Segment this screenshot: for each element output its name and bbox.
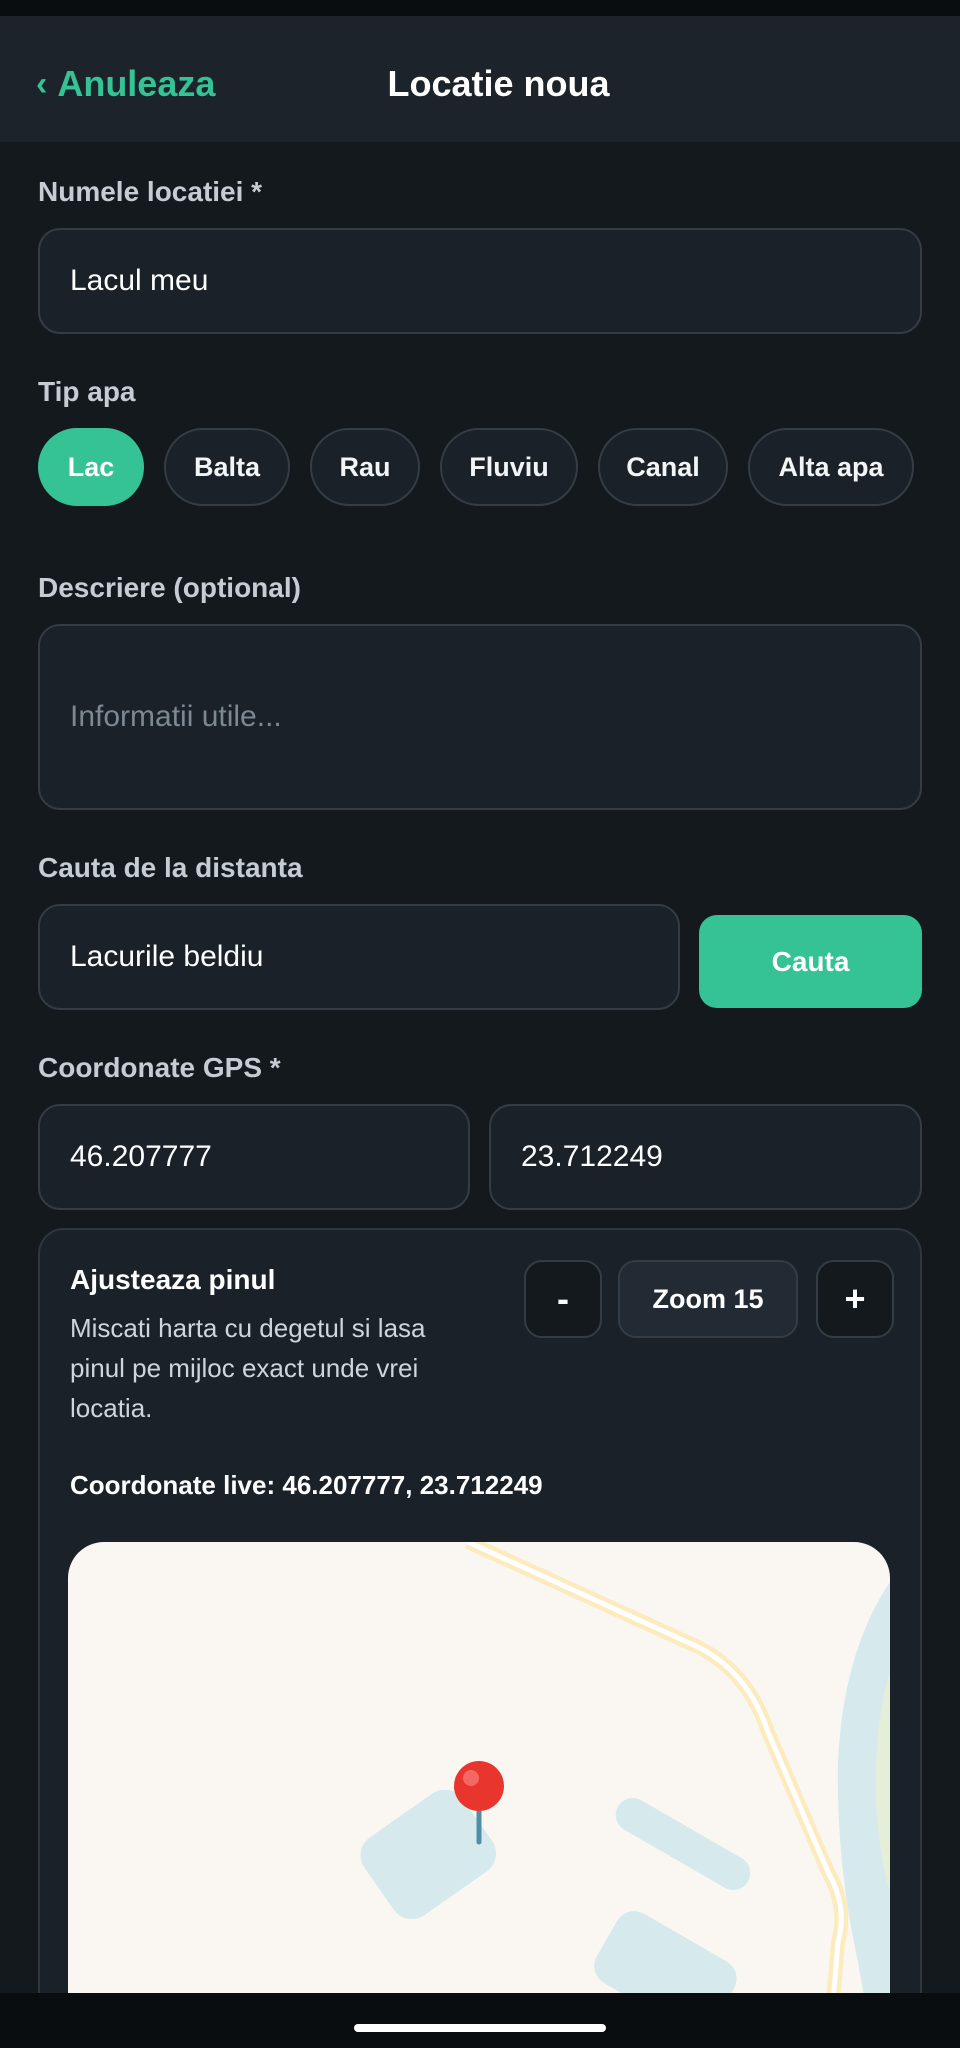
- chip-alta-apa[interactable]: Alta apa: [748, 428, 914, 506]
- page-title: Locatie noua: [387, 63, 610, 104]
- longitude-input[interactable]: 23.712249: [489, 1104, 922, 1210]
- status-bar: [0, 0, 960, 16]
- navigation-bar: [0, 1993, 960, 2048]
- water-type-chips: Lac Balta Rau Fluviu Canal Alta apa: [38, 428, 914, 506]
- pond-strip: [615, 1798, 751, 1890]
- header-bar: ‹ Anuleaza Locatie noua: [0, 16, 960, 142]
- chip-canal[interactable]: Canal: [598, 428, 728, 506]
- description-label: Descriere (optional): [38, 572, 301, 603]
- description-textarea[interactable]: Informatii utile...: [38, 624, 922, 810]
- gps-label: Coordonate GPS *: [38, 1052, 281, 1083]
- location-name-input[interactable]: Lacul meu: [38, 228, 922, 334]
- search-button[interactable]: Cauta: [699, 915, 922, 1008]
- pin-card-description: Miscati harta cu degetul si lasa pinul p…: [70, 1313, 426, 1423]
- zoom-in-button[interactable]: +: [816, 1260, 894, 1338]
- pin-card-title: Ajusteaza pinul: [70, 1264, 276, 1295]
- chip-lac[interactable]: Lac: [38, 428, 144, 506]
- remote-search-input[interactable]: Lacurile beldiu: [38, 904, 680, 1010]
- latitude-input[interactable]: 46.207777: [38, 1104, 470, 1210]
- live-coordinates: Coordonate live: 46.207777, 23.712249: [70, 1470, 543, 1500]
- home-indicator[interactable]: [354, 2024, 606, 2032]
- latitude-value: 46.207777: [70, 1140, 212, 1173]
- description-placeholder: Informatii utile...: [70, 700, 282, 733]
- chip-fluviu[interactable]: Fluviu: [440, 428, 578, 506]
- remote-search-value: Lacurile beldiu: [70, 940, 264, 973]
- water-type-label: Tip apa: [38, 376, 136, 407]
- name-label: Numele locatiei *: [38, 176, 263, 207]
- location-name-value: Lacul meu: [70, 264, 209, 297]
- map-canvas: [360, 1542, 890, 2048]
- chip-balta[interactable]: Balta: [164, 428, 290, 506]
- zoom-out-button[interactable]: -: [524, 1260, 602, 1338]
- map-view[interactable]: [68, 1542, 890, 2048]
- zoom-level: Zoom 15: [618, 1260, 798, 1338]
- remote-search-label: Cauta de la distanta: [38, 852, 303, 883]
- longitude-value: 23.712249: [521, 1140, 663, 1173]
- chip-rau[interactable]: Rau: [310, 428, 420, 506]
